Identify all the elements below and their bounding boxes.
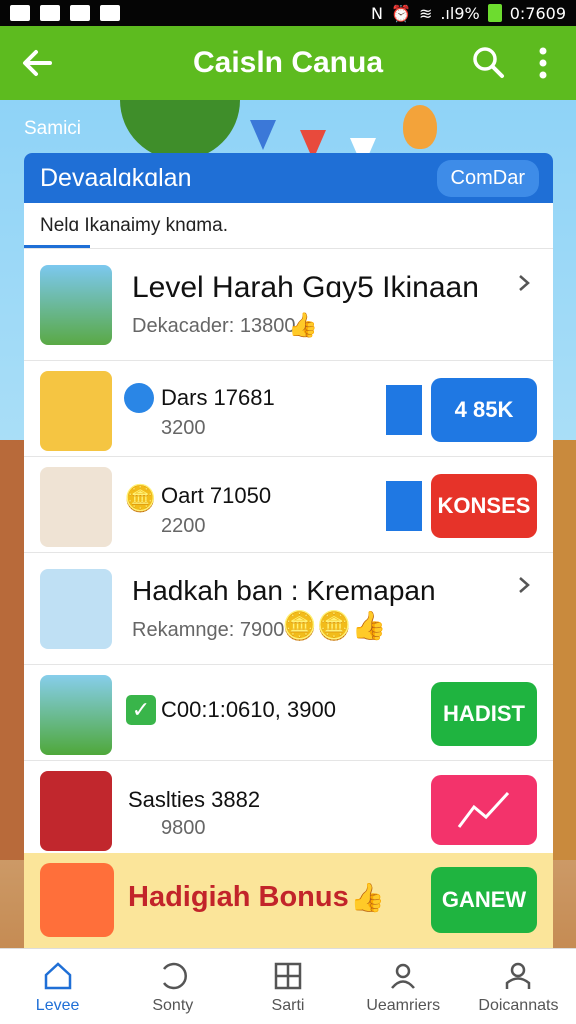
action-button[interactable]: KONSES xyxy=(431,474,537,538)
bunting-flag xyxy=(250,120,276,150)
sticker-icon xyxy=(386,385,422,435)
bonus-button[interactable]: GANEW xyxy=(431,867,537,933)
list-item[interactable]: Saslties 3882 9800 xyxy=(24,761,553,861)
panel-subtab[interactable]: Nelɑ Ikanaimy knɑma. xyxy=(24,203,553,249)
coin-icon xyxy=(124,383,154,413)
home-icon xyxy=(44,962,71,990)
nfc-icon: N xyxy=(371,3,384,23)
nav-item-sarti[interactable]: Sarti xyxy=(230,949,345,1024)
status-bar: N ⏰ ≋ .ıl9% 0:7609 xyxy=(0,0,576,26)
music-icon xyxy=(386,481,422,531)
system-icons: N ⏰ ≋ .ıl9% 0:7609 xyxy=(371,4,566,23)
hot-air-balloon xyxy=(403,105,437,149)
nav-label: Ueamriers xyxy=(366,997,441,1014)
action-button[interactable]: 4 85K xyxy=(431,378,537,442)
nav-label: Sarti xyxy=(271,997,305,1014)
treasure-chest-thumbnail xyxy=(40,771,112,851)
item-subtitle: 3200 xyxy=(161,417,206,439)
avatar xyxy=(40,467,112,547)
item-title: Hadkah ban : Kremapan xyxy=(132,575,436,606)
item-title: Dars 17681 xyxy=(161,385,275,410)
scene-label: Samici xyxy=(24,118,82,139)
item-subtitle: 9800 xyxy=(161,817,206,839)
chart-button[interactable] xyxy=(431,775,537,845)
bonus-label: Hadigiah Bonus xyxy=(128,881,349,913)
search-icon[interactable] xyxy=(470,44,506,80)
list-item[interactable]: Hadkah ban : Kremapan Rekamnge: 7900 🪙🪙👍 xyxy=(24,553,553,665)
coins-icon: 🪙🪙👍 xyxy=(282,610,387,641)
subtab-underline xyxy=(24,245,90,248)
item-title: C00:1:0610, 3900 xyxy=(161,697,336,722)
chevron-right-icon[interactable] xyxy=(517,575,531,595)
more-options-icon[interactable] xyxy=(530,44,556,82)
tree-illustration xyxy=(120,100,240,160)
bonus-banner[interactable]: Hadigiah Bonus 👍 GANEW xyxy=(24,853,553,948)
nav-item-sonty[interactable]: Sonty xyxy=(115,949,230,1024)
chart-icon xyxy=(457,791,510,828)
wifi-icon: ≋ xyxy=(418,3,433,23)
leaderboard-panel: Devaalɑkɑlan ComDar Nelɑ Ikanaimy knɑma.… xyxy=(24,153,553,948)
group-icon xyxy=(391,963,416,989)
refresh-icon xyxy=(162,962,187,990)
app-bar: Caisln Canua xyxy=(0,26,576,100)
thumbs-up-icon: 👍 xyxy=(350,882,385,913)
header-button[interactable]: ComDar xyxy=(436,159,539,197)
kids-thumbnail xyxy=(40,675,112,755)
battery-percent: .ıl9% xyxy=(440,3,480,23)
battery-icon xyxy=(487,4,502,22)
person-icon xyxy=(506,962,531,989)
square-icon xyxy=(100,5,120,21)
item-title: Oart 71050 xyxy=(161,483,272,508)
coin-icon: 🪙 xyxy=(124,483,157,513)
item-title: Level Harah Gɑy5 Ikinaan xyxy=(132,271,479,304)
nav-item-doicannats[interactable]: Doicannats xyxy=(461,949,576,1024)
nav-item-ueamriers[interactable]: Ueamriers xyxy=(346,949,461,1024)
record-icon xyxy=(70,5,90,21)
avatar xyxy=(40,569,112,649)
smiley-icon xyxy=(40,863,114,937)
item-subtitle: Dekacader: 13800 xyxy=(132,315,296,337)
chevron-right-icon[interactable] xyxy=(517,273,531,293)
panel-header: Devaalɑkɑlan ComDar xyxy=(24,153,553,203)
thumbs-up-icon: 👍 xyxy=(288,312,318,339)
item-title: Saslties 3882 xyxy=(128,787,261,812)
tablet-thumbnail xyxy=(40,371,112,451)
item-subtitle: 2200 xyxy=(161,515,206,537)
grid-icon xyxy=(274,962,302,990)
panel-title: Devaalɑkɑlan xyxy=(40,163,192,192)
nav-label: Sonty xyxy=(152,997,194,1014)
list-item[interactable]: Level Harah Gɑy5 Ikinaan Dekacader: 1380… xyxy=(24,249,553,361)
nav-item-levee[interactable]: Levee xyxy=(0,949,115,1024)
item-subtitle: Rekamnge: 7900 xyxy=(132,619,285,641)
hut-illustration xyxy=(550,440,576,860)
action-button[interactable]: HADIST xyxy=(431,682,537,746)
nav-label: Doicannats xyxy=(478,997,559,1014)
village-thumbnail xyxy=(40,265,112,345)
list-item[interactable]: 🪙 Oart 71050 2200 KONSES xyxy=(24,457,553,553)
bottom-navigation: Levee Sonty Sarti Ueamriers Doicannats xyxy=(0,948,576,1024)
list-item[interactable]: ✓ C00:1:0610, 3900 HADIST xyxy=(24,665,553,761)
alarm-icon: ⏰ xyxy=(391,3,411,23)
checkmark-icon: ✓ xyxy=(126,695,156,725)
grid-icon xyxy=(40,5,60,21)
image-icon xyxy=(10,5,30,21)
list-item[interactable]: Dars 17681 3200 4 85K xyxy=(24,361,553,457)
nav-label: Levee xyxy=(35,997,80,1014)
subtab-label: Nelɑ Ikanaimy knɑma. xyxy=(40,214,228,236)
clock: 0:7609 xyxy=(509,3,566,23)
notification-icons xyxy=(10,5,120,21)
